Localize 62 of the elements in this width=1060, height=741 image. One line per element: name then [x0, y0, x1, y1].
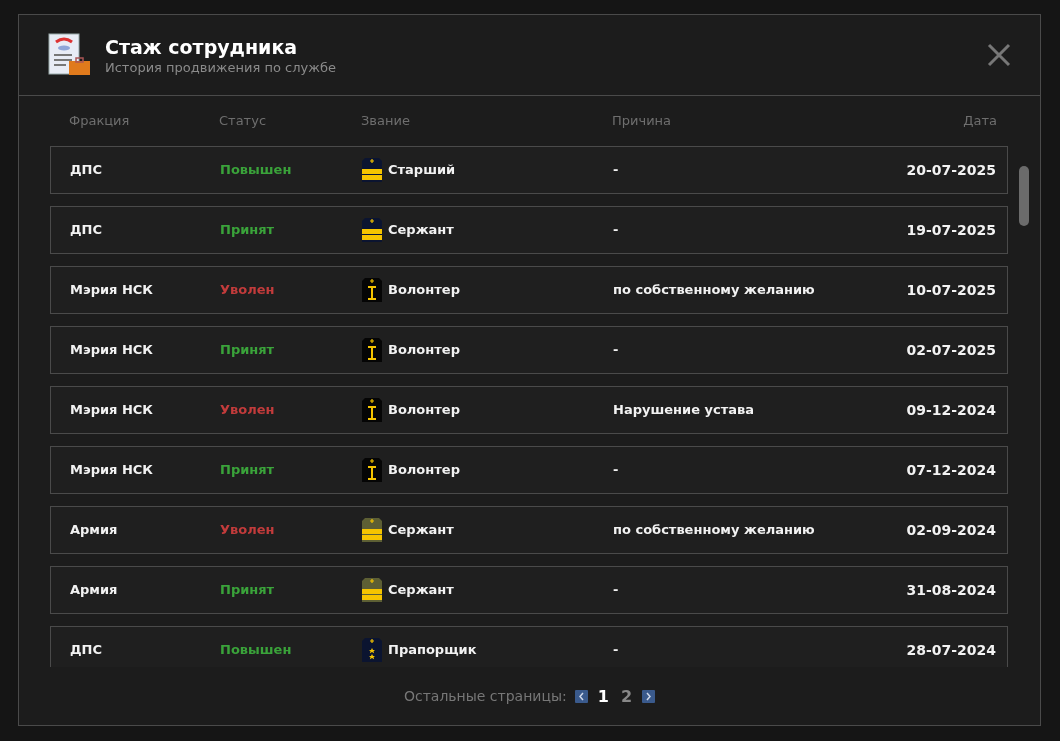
status-cell-text: Принят	[220, 342, 276, 358]
rank-cell: Прапорщик	[388, 642, 477, 658]
reason-cell-text: -	[613, 162, 620, 178]
status-cell-text: Уволен	[220, 402, 276, 418]
column-header: Фракция	[69, 113, 131, 129]
status-cell-text: Принят	[220, 582, 276, 598]
page-button[interactable]: 1	[595, 686, 611, 706]
close-button[interactable]	[986, 42, 1012, 68]
faction-cell-text: ДПС	[70, 642, 103, 658]
faction-cell-text: ДПС	[70, 162, 103, 178]
next-page-button[interactable]	[642, 689, 656, 703]
column-header: Причина	[612, 113, 673, 129]
rank-cell: Сержант	[388, 522, 454, 538]
date-cell: 02-07-2025	[906, 341, 996, 358]
pagination-label: Остальные страницы:	[403, 688, 567, 704]
date-cell: 02-09-2024	[906, 521, 996, 538]
status-cell-text: Уволен	[220, 522, 276, 538]
previous-page-button[interactable]	[574, 689, 588, 703]
chevron-left-icon	[577, 691, 585, 701]
reason-cell-text: по собственному желанию	[613, 282, 816, 298]
status-cell-text: Принят	[220, 462, 276, 478]
date-cell: 10-07-2025	[906, 281, 996, 298]
scrollbar-thumb[interactable]	[1019, 166, 1029, 226]
reason-cell-text: Нарушение устава	[613, 402, 755, 418]
rank-cell: Волонтер	[388, 342, 460, 358]
column-header: Звание	[361, 113, 411, 129]
column-header: Статус	[219, 113, 268, 129]
reason-cell-text: -	[613, 642, 620, 658]
document-briefcase-icon	[47, 32, 93, 78]
date-cell: 20-07-2025	[906, 161, 996, 178]
dialog-subtitle: История продвижения по службе	[105, 59, 337, 75]
rank-cell: Волонтер	[388, 282, 460, 298]
status-cell-text: Уволен	[220, 282, 276, 298]
rank-cell: Старший	[388, 162, 456, 178]
date-cell: 31-08-2024	[906, 581, 996, 598]
date-cell: 09-12-2024	[906, 401, 996, 418]
reason-cell-text: по собственному желанию	[613, 522, 816, 538]
rank-cell: Сержант	[388, 582, 454, 598]
faction-cell-text: Мэрия НСК	[70, 282, 154, 298]
faction-cell-text: Мэрия НСК	[70, 342, 154, 358]
rank-cell: Волонтер	[388, 402, 460, 418]
faction-cell-text: Армия	[70, 522, 119, 538]
faction-cell-text: Мэрия НСК	[70, 462, 154, 478]
status-cell-text: Принят	[220, 222, 276, 238]
rank-cell: Волонтер	[388, 462, 460, 478]
reason-cell-text: -	[613, 582, 620, 598]
faction-cell-text: Армия	[70, 582, 119, 598]
date-cell: 19-07-2025	[906, 221, 996, 238]
date-cell: 28-07-2024	[906, 641, 996, 658]
reason-cell-text: -	[613, 222, 620, 238]
rank-cell: Сержант	[388, 222, 454, 238]
reason-cell-text: -	[613, 462, 620, 478]
chevron-right-icon	[645, 691, 653, 701]
page-button[interactable]: 2	[618, 686, 635, 706]
reason-cell-text: -	[613, 342, 620, 358]
dialog-title: Стаж сотрудника	[105, 35, 299, 58]
column-header: Дата	[962, 113, 997, 129]
status-cell-text: Повышен	[220, 642, 293, 658]
date-cell: 07-12-2024	[906, 461, 996, 478]
faction-cell-text: Мэрия НСК	[70, 402, 154, 418]
status-cell-text: Повышен	[220, 162, 293, 178]
faction-cell-text: ДПС	[70, 222, 103, 238]
